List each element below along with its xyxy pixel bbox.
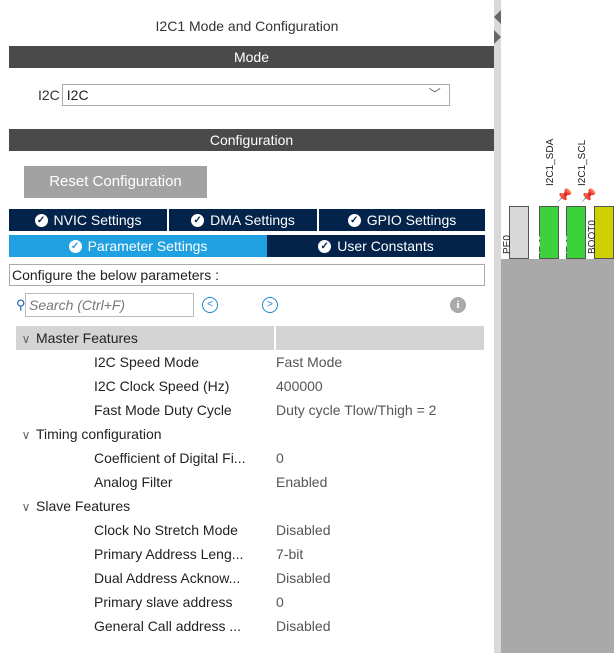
tab-label: Parameter Settings xyxy=(87,238,208,254)
param-key: Primary Address Leng... xyxy=(94,546,244,562)
pushpin-icon: 📌 xyxy=(556,188,573,203)
param-row[interactable]: General Call address ... Disabled xyxy=(16,614,484,638)
param-key: Coefficient of Digital Fi... xyxy=(94,450,246,466)
settings-tabs-row1: ✓ NVIC Settings ✓ DMA Settings ✓ GPIO Setti… xyxy=(9,209,485,231)
param-row[interactable]: I2C Clock Speed (Hz) 400000 xyxy=(16,374,484,398)
pin-pb9[interactable]: PB9 xyxy=(532,206,559,259)
expand-right-icon[interactable] xyxy=(494,30,501,44)
param-value: Disabled xyxy=(276,618,331,634)
param-row[interactable]: I2C Speed Mode Fast Mode xyxy=(16,350,484,374)
group-master-features[interactable]: ∨ Master Features xyxy=(16,326,484,350)
tab-label: NVIC Settings xyxy=(53,212,142,228)
pin-label: PB8 xyxy=(559,235,570,254)
group-label: Master Features xyxy=(36,330,138,346)
panel-splitter[interactable] xyxy=(494,0,501,653)
param-key: Clock No Stretch Mode xyxy=(94,522,238,538)
param-value: Enabled xyxy=(276,474,328,490)
param-row[interactable]: Clock No Stretch Mode Disabled xyxy=(16,518,484,542)
check-icon: ✓ xyxy=(191,213,205,227)
tab-label: GPIO Settings xyxy=(366,212,457,228)
pin-label: PB9 xyxy=(532,235,543,254)
param-key: I2C Speed Mode xyxy=(94,354,200,370)
param-row[interactable]: Fast Mode Duty Cycle Duty cycle Tlow/Thig… xyxy=(16,398,484,422)
param-value: 0 xyxy=(276,594,284,610)
param-value: Disabled xyxy=(276,522,331,538)
chevron-down-icon: ∨ xyxy=(21,500,31,514)
param-row[interactable]: Coefficient of Digital Fi... 0 xyxy=(16,446,484,470)
tab-label: DMA Settings xyxy=(210,212,295,228)
param-row[interactable]: Analog Filter Enabled xyxy=(16,470,484,494)
settings-tabs-row2: ✓ Parameter Settings ✓ User Constants xyxy=(9,235,485,257)
param-value: 7-bit xyxy=(276,546,304,562)
signal-label-scl: I2C1_SCL xyxy=(577,139,588,186)
i2c-mode-row: I2C I2C ﹀ xyxy=(38,84,450,106)
param-row[interactable]: Dual Address Acknow... Disabled xyxy=(16,566,484,590)
param-row[interactable]: Primary slave address 0 xyxy=(16,590,484,614)
tab-user-constants[interactable]: ✓ User Constants xyxy=(267,235,485,257)
check-icon: ✓ xyxy=(68,239,82,253)
param-key: Analog Filter xyxy=(94,474,173,490)
chevron-down-icon: ∨ xyxy=(21,428,31,442)
pin-pb8[interactable]: PB8 xyxy=(559,206,586,259)
config-panel: I2C1 Mode and Configuration Mode I2C I2C… xyxy=(0,0,494,653)
group-timing-configuration[interactable]: ∨ Timing configuration xyxy=(16,422,484,446)
pin-label: PE0 xyxy=(502,235,513,254)
param-key: Fast Mode Duty Cycle xyxy=(94,402,232,418)
parameters-description: Configure the below parameters : xyxy=(9,264,485,286)
search-input[interactable]: Search (Ctrl+F) xyxy=(25,293,194,317)
pin-boot0[interactable]: BOOT0 xyxy=(587,206,614,259)
pin-pe0[interactable]: PE0 xyxy=(502,206,529,259)
search-row: ⚲ Search (Ctrl+F) < > i xyxy=(16,293,484,317)
param-value: Duty cycle Tlow/Thigh = 2 xyxy=(276,402,437,418)
column-divider xyxy=(274,326,276,350)
tab-dma-settings[interactable]: ✓ DMA Settings xyxy=(169,209,317,231)
next-result-button[interactable]: > xyxy=(262,297,278,313)
param-value: Fast Mode xyxy=(276,354,343,370)
check-icon: ✓ xyxy=(318,239,332,253)
i2c-mode-select[interactable]: I2C ﹀ xyxy=(61,84,450,106)
parameter-tree: ∨ Master Features I2C Speed Mode Fast Mode… xyxy=(16,326,484,638)
param-value: 400000 xyxy=(276,378,323,394)
signal-label-sda: I2C1_SDA xyxy=(545,138,556,186)
group-label: Timing configuration xyxy=(36,426,162,442)
reset-configuration-button[interactable]: Reset Configuration xyxy=(24,166,207,198)
group-label: Slave Features xyxy=(36,498,131,514)
param-key: I2C Clock Speed (Hz) xyxy=(94,378,230,394)
pin-label: BOOT0 xyxy=(587,220,598,254)
previous-result-button[interactable]: < xyxy=(202,297,218,313)
param-key: General Call address ... xyxy=(94,618,242,634)
param-key: Dual Address Acknow... xyxy=(94,570,241,586)
param-row[interactable]: Primary Address Leng... 7-bit xyxy=(16,542,484,566)
tab-nvic-settings[interactable]: ✓ NVIC Settings xyxy=(9,209,167,231)
collapse-left-icon[interactable] xyxy=(494,10,501,24)
group-slave-features[interactable]: ∨ Slave Features xyxy=(16,494,484,518)
i2c-mode-label: I2C xyxy=(38,87,60,103)
tab-label: User Constants xyxy=(337,238,434,254)
chevron-down-icon: ∨ xyxy=(21,332,31,346)
chip-body xyxy=(501,259,614,653)
tab-parameter-settings[interactable]: ✓ Parameter Settings xyxy=(9,235,267,257)
mode-header: Mode xyxy=(9,46,494,68)
tab-gpio-settings[interactable]: ✓ GPIO Settings xyxy=(319,209,485,231)
panel-title: I2C1 Mode and Configuration xyxy=(155,18,339,34)
param-key: Primary slave address xyxy=(94,594,233,610)
chevron-down-icon: ﹀ xyxy=(428,87,441,101)
i2c-mode-value: I2C xyxy=(66,87,89,103)
check-icon: ✓ xyxy=(347,213,361,227)
info-icon[interactable]: i xyxy=(450,297,466,313)
configuration-header: Configuration xyxy=(9,129,494,151)
pushpin-icon: 📌 xyxy=(580,188,597,203)
check-icon: ✓ xyxy=(34,213,48,227)
param-value: Disabled xyxy=(276,570,331,586)
param-value: 0 xyxy=(276,450,284,466)
